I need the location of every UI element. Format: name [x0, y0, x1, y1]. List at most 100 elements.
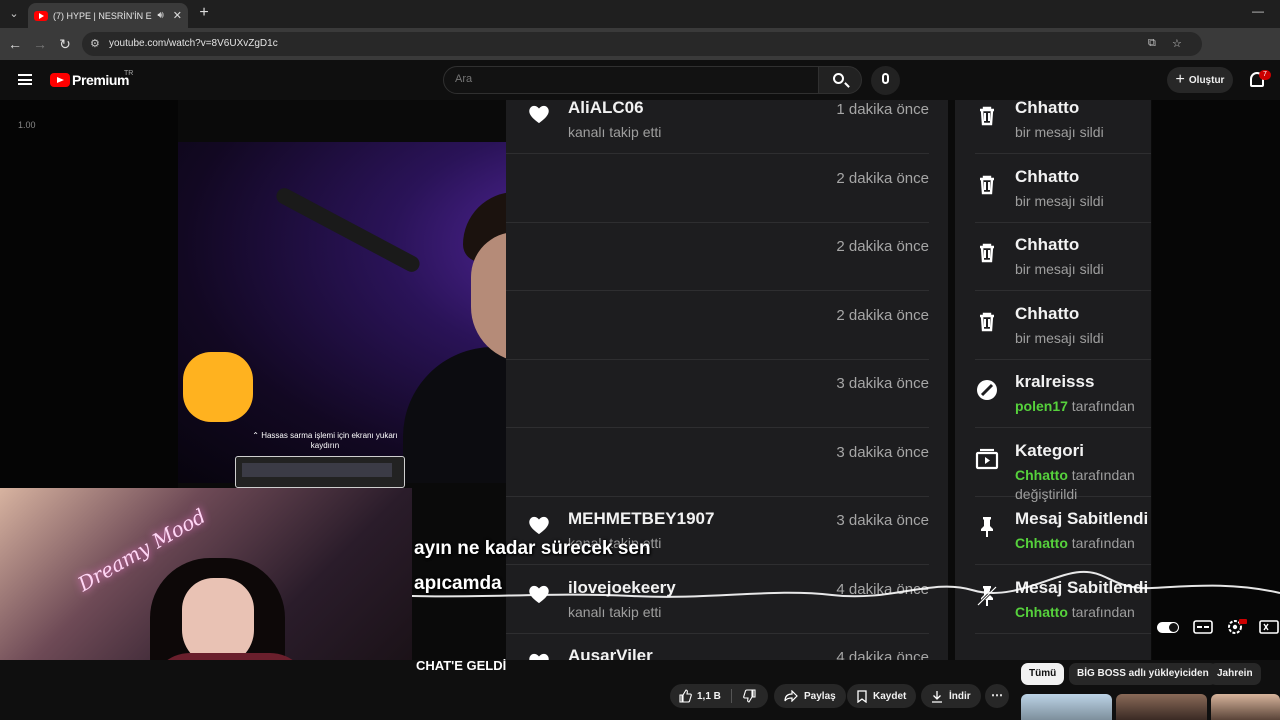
mod-log-title: kralreisss — [1015, 372, 1095, 391]
back-arrow-icon[interactable]: ← — [6, 35, 24, 53]
mod-log-user: Chhatto — [1015, 535, 1068, 551]
trash-icon — [975, 173, 999, 197]
plus-icon: + — [1175, 71, 1185, 88]
address-bar[interactable]: ⚙ youtube.com/watch?v=8V6UXvZgD1c ⧉ ☆ — [82, 32, 1202, 56]
miniplayer-icon[interactable] — [1258, 618, 1280, 636]
autoplay-toggle[interactable] — [1157, 622, 1179, 633]
mod-log-row: Mesaj Sabitlendi Chhatto tarafından — [975, 497, 1151, 565]
url-text[interactable]: youtube.com/watch?v=8V6UXvZgD1c — [109, 38, 278, 49]
mod-log-row: Chhatto bir mesajı sildi — [975, 155, 1151, 223]
download-button[interactable]: İndir — [921, 684, 981, 708]
mod-log-row: Chhatto bir mesajı sildi — [975, 223, 1151, 291]
guest-face — [182, 578, 254, 660]
mod-log-title: Chhatto — [1015, 166, 1080, 186]
site-info-icon[interactable]: ⚙ — [90, 37, 100, 50]
activity-time: 3 dakika önce — [836, 443, 929, 461]
mod-log-title: Mesaj Sabitlendi — [1015, 509, 1149, 528]
mod-log-detail: bir mesajı sildi — [1015, 193, 1104, 209]
activity-feed-row: 3 dakika önce — [506, 429, 929, 497]
tab-search-icon[interactable]: ⌄ — [6, 6, 22, 22]
subtitle-line-1: ayın ne kadar sürecek sen — [414, 538, 651, 559]
chip-all[interactable]: Tümü — [1021, 663, 1065, 685]
chip-uploader[interactable]: BİG BOSS adlı yükleyiciden — [1069, 663, 1217, 685]
more-actions-icon[interactable]: ⋯ — [985, 684, 1009, 708]
recommended-thumbnail[interactable] — [1211, 694, 1280, 720]
activity-user: MEHMETBEY1907 — [568, 509, 715, 528]
activity-feed-row: 2 dakika önce — [506, 223, 929, 291]
mod-log-action: bir mesajı sildi — [1015, 329, 1104, 346]
mod-log-title: Chhatto — [1015, 303, 1080, 323]
search-button[interactable] — [818, 66, 862, 94]
activity-time: 1 dakika önce — [836, 101, 929, 118]
subtitles-icon[interactable] — [1192, 618, 1214, 636]
window-minimize-icon[interactable]: — — [1252, 4, 1264, 18]
bookmark-star-icon[interactable]: ☆ — [1172, 37, 1182, 50]
audio-waveform — [412, 570, 1280, 598]
pin-icon — [975, 515, 999, 539]
youtube-logo-icon[interactable] — [50, 73, 70, 87]
mini-screen-content — [242, 463, 392, 477]
activity-time: 2 dakika önce — [836, 306, 929, 324]
mod-log-title: Kategori — [1015, 440, 1084, 460]
browser-tab-bar: ⌄ (7) HYPE | NESRİN'İN EN KOMİK... 🔊︎ ✕ … — [0, 0, 1280, 28]
ban-icon — [975, 378, 999, 402]
audio-playing-icon[interactable]: 🔊︎ — [157, 10, 163, 21]
activity-user: AusarViler — [568, 646, 653, 660]
mod-log-row: Kategori Chhatto tarafından değiştirildi — [975, 429, 1151, 502]
youtube-favicon-icon — [34, 10, 48, 21]
activity-time: 3 dakika önce — [836, 512, 929, 529]
recommended-thumbnail[interactable] — [1021, 694, 1112, 720]
mod-log-detail: bir mesajı sildi — [1015, 261, 1104, 277]
activity-time: 2 dakika önce — [836, 169, 929, 187]
mod-log-detail: bir mesajı sildi — [1015, 124, 1104, 140]
settings-gear-icon[interactable] — [1225, 618, 1247, 636]
tab-close-icon[interactable]: ✕ — [173, 9, 182, 22]
trash-icon — [975, 104, 999, 128]
forward-arrow-icon[interactable]: → — [31, 35, 49, 53]
recommended-thumbnail[interactable] — [1116, 694, 1207, 720]
like-dislike-group: 1,1 B — [670, 684, 768, 708]
save-button[interactable]: Kaydet — [847, 684, 917, 708]
chip-jahrein[interactable]: Jahrein — [1209, 663, 1261, 685]
dislike-button[interactable] — [732, 684, 768, 708]
search-icon — [833, 73, 844, 84]
activity-feed-row: 2 dakika önce — [506, 155, 929, 223]
mod-log-user: Chhatto — [1015, 466, 1068, 483]
logo-text[interactable]: Premium — [72, 72, 130, 88]
activity-time: 2 dakika önce — [836, 238, 929, 255]
mod-log-action: bir mesajı sildi — [1015, 261, 1104, 277]
download-icon — [932, 690, 942, 703]
mod-log-detail: Chhatto tarafından — [1015, 535, 1135, 551]
category-icon — [975, 447, 999, 471]
new-tab-icon[interactable]: + — [196, 5, 212, 21]
share-button[interactable]: Paylaş — [774, 684, 846, 708]
mod-log-action: bir mesajı sildi — [1015, 192, 1104, 209]
thumbs-up-icon — [679, 689, 692, 703]
mod-log-detail: bir mesajı sildi — [1015, 330, 1104, 346]
cast-icon[interactable]: ⧉ — [1148, 37, 1156, 50]
mod-log-user: polen17 — [1015, 398, 1068, 414]
search-box[interactable] — [443, 66, 819, 94]
voice-search-button[interactable] — [871, 66, 900, 95]
mod-log-detail: polen17 tarafından — [1015, 398, 1135, 414]
like-button[interactable]: 1,1 B — [670, 684, 731, 708]
mini-screen-preview — [235, 456, 405, 488]
create-button[interactable]: + Oluştur — [1167, 67, 1233, 93]
scroll-notice: ⌃ Hassas sarma işlemi için ekranı yukarı… — [252, 431, 398, 450]
mod-log-row: Chhatto bir mesajı sildi — [975, 292, 1151, 360]
plush-toy — [183, 352, 253, 422]
activity-time: 3 dakika önce — [836, 375, 929, 392]
heart-icon — [528, 652, 550, 660]
activity-feed-row: 3 dakika önce — [506, 360, 929, 428]
video-player[interactable]: 1.00 batman ⌃ Hassas sarma işlemi için e… — [0, 100, 1280, 660]
mod-log-row: kralreisss polen17 tarafından — [975, 360, 1151, 428]
activity-user: AliALC06 — [568, 100, 644, 117]
reload-icon[interactable]: ↻ — [56, 35, 74, 53]
mod-log-detail: Chhatto tarafından — [1015, 467, 1135, 483]
browser-tab[interactable]: (7) HYPE | NESRİN'İN EN KOMİK... 🔊︎ ✕ — [28, 3, 188, 28]
save-label: Kaydet — [873, 690, 907, 702]
search-input[interactable] — [455, 73, 795, 85]
microphone-arm — [273, 185, 423, 275]
video-title: CHAT'E GELDİ — [416, 658, 507, 673]
menu-hamburger-icon[interactable] — [18, 74, 32, 85]
